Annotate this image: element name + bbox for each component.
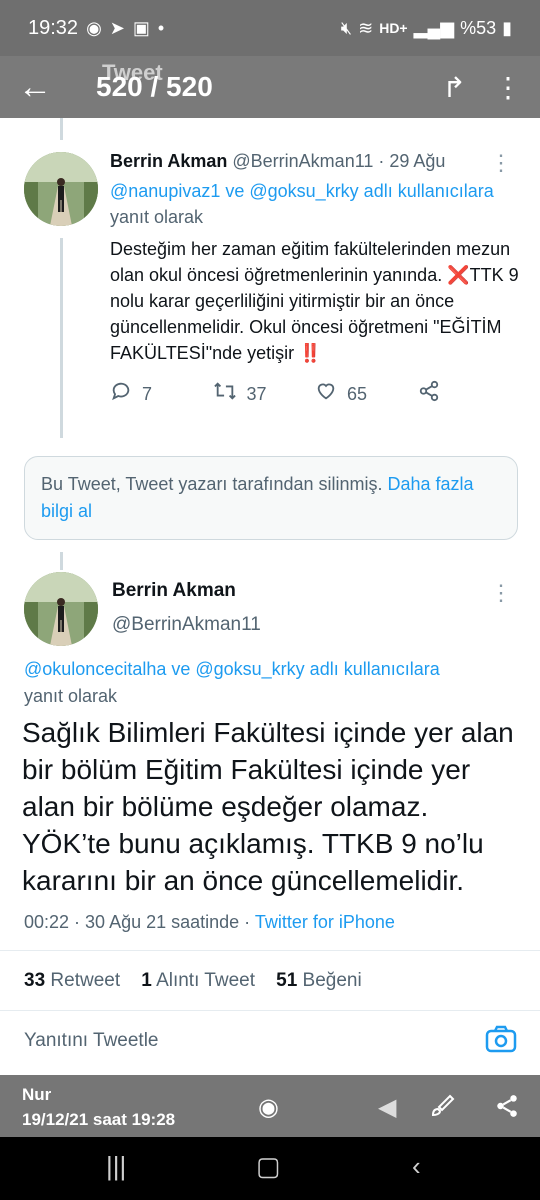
- mute-icon: 🔇︎: [340, 17, 353, 38]
- recent-apps-icon[interactable]: |||: [106, 1151, 126, 1182]
- deleted-tweet-notice: Bu Tweet, Tweet yazarı tarafından silinm…: [24, 456, 518, 540]
- retweet-icon: [213, 380, 237, 408]
- gallery-icon: ▣: [132, 17, 150, 38]
- battery-level: %53: [460, 17, 497, 38]
- reply-suffix: yanıt olarak: [24, 686, 118, 706]
- avatar[interactable]: [24, 572, 98, 646]
- reply-suffix: yanıt olarak: [110, 207, 204, 227]
- sender-name: Nur: [22, 1085, 52, 1104]
- quote-stat[interactable]: 1 Alıntı Tweet: [141, 970, 255, 991]
- tweet-author-name[interactable]: Berrin Akman: [110, 151, 227, 171]
- signal-icon: ▂▄▆: [413, 17, 455, 38]
- thread-line: [60, 118, 63, 140]
- tweet-author-name[interactable]: Berrin Akman: [112, 580, 236, 602]
- wifi-icon: ≋: [358, 17, 374, 38]
- share-nodes-icon: [418, 380, 440, 408]
- navigation-bar: ||| ▢ ‹: [0, 1137, 540, 1200]
- sent-date: 19/12/21 saat 19:28: [22, 1110, 176, 1129]
- tweet-handle[interactable]: @BerrinAkman11: [112, 614, 261, 636]
- rewind-icon[interactable]: ◀: [378, 1093, 396, 1122]
- screen: 19:32 ◉ ➤ ▣ • 🔇︎ ≋ HD+ ▂▄▆ %53 ▮ ← Tweet…: [0, 0, 540, 1200]
- tweet-text: Desteğim her zaman eğitim fakültelerinde…: [110, 236, 520, 366]
- dot-icon: •: [157, 17, 165, 38]
- thread-line: [60, 552, 63, 570]
- retweet-stat[interactable]: 33 Retweet: [24, 970, 120, 991]
- deleted-notice-text: Bu Tweet, Tweet yazarı tarafından silinm…: [41, 474, 388, 494]
- share-icon[interactable]: [494, 1093, 520, 1126]
- avatar[interactable]: [24, 152, 98, 226]
- tweet-timestamp: 00:22 · 30 Ağu 21 saatinde ·: [24, 912, 255, 932]
- double-exclamation-icon: ‼️: [299, 343, 322, 363]
- record-icon[interactable]: ◉: [258, 1093, 279, 1122]
- telegram-icon: ➤: [109, 17, 125, 38]
- status-time: 19:32: [28, 16, 79, 39]
- reply-mention[interactable]: @nanupivaz1: [110, 181, 220, 201]
- gallery-footer: Nur 19/12/21 saat 19:28 ◉ ◀: [0, 1075, 540, 1137]
- reply-mention-and: ve: [220, 181, 250, 201]
- battery-icon: ▮: [502, 17, 512, 38]
- home-icon[interactable]: ▢: [256, 1151, 281, 1182]
- reply-count: 7: [142, 384, 153, 404]
- comment-icon: [110, 380, 132, 408]
- status-bar: 19:32 ◉ ➤ ▣ • 🔇︎ ≋ HD+ ▂▄▆ %53 ▮: [0, 0, 540, 56]
- camera-icon[interactable]: [484, 1022, 518, 1056]
- thread-line: [60, 238, 63, 438]
- reply-mention[interactable]: @goksu_krky adlı kullanıcılara: [249, 181, 493, 201]
- back-arrow-icon[interactable]: ←: [0, 70, 70, 104]
- brush-icon[interactable]: [428, 1093, 456, 1128]
- more-icon[interactable]: ⋮: [490, 580, 512, 606]
- tweet-handle-date[interactable]: @BerrinAkman11 · 29 Ağu: [232, 151, 445, 171]
- reply-mentions[interactable]: @okuloncecitalha ve @goksu_krky adlı kul…: [24, 659, 440, 679]
- like-count: 65: [347, 384, 368, 404]
- viewer-top-bar: ← Tweet 520 / 520 ↱ ⋮: [0, 56, 540, 118]
- like-stat[interactable]: 51 Beğeni: [276, 970, 362, 991]
- reply-input[interactable]: Yanıtını Tweetle: [24, 1030, 159, 1052]
- back-icon[interactable]: ‹: [412, 1151, 421, 1182]
- tweet-text: Sağlık Bilimleri Fakültesi içinde yer al…: [22, 717, 514, 896]
- tweet-source[interactable]: Twitter for iPhone: [255, 912, 395, 932]
- reply-button[interactable]: 7: [110, 380, 213, 408]
- whatsapp-icon: ◉: [86, 17, 102, 38]
- retweet-button[interactable]: 37: [213, 380, 316, 408]
- engagement-counts: 33 Retweet 1 Alıntı Tweet 51 Beğeni: [24, 970, 362, 992]
- heart-icon: [315, 380, 337, 408]
- share-icon[interactable]: ↱: [443, 71, 466, 104]
- tweet-metadata: 00:22 · 30 Ağu 21 saatinde · Twitter for…: [24, 912, 395, 933]
- network-type: HD+: [379, 20, 408, 36]
- divider: [0, 1010, 540, 1011]
- image-counter: 520 / 520: [96, 71, 213, 102]
- like-button[interactable]: 65: [315, 380, 418, 408]
- retweet-count: 37: [246, 384, 267, 404]
- divider: [0, 950, 540, 951]
- cross-mark-icon: ❌: [447, 265, 470, 285]
- reply-context: @okuloncecitalha ve @goksu_krky adlı kul…: [24, 656, 524, 710]
- more-options-icon[interactable]: ⋮: [494, 71, 522, 104]
- share-tweet-button[interactable]: [418, 380, 521, 408]
